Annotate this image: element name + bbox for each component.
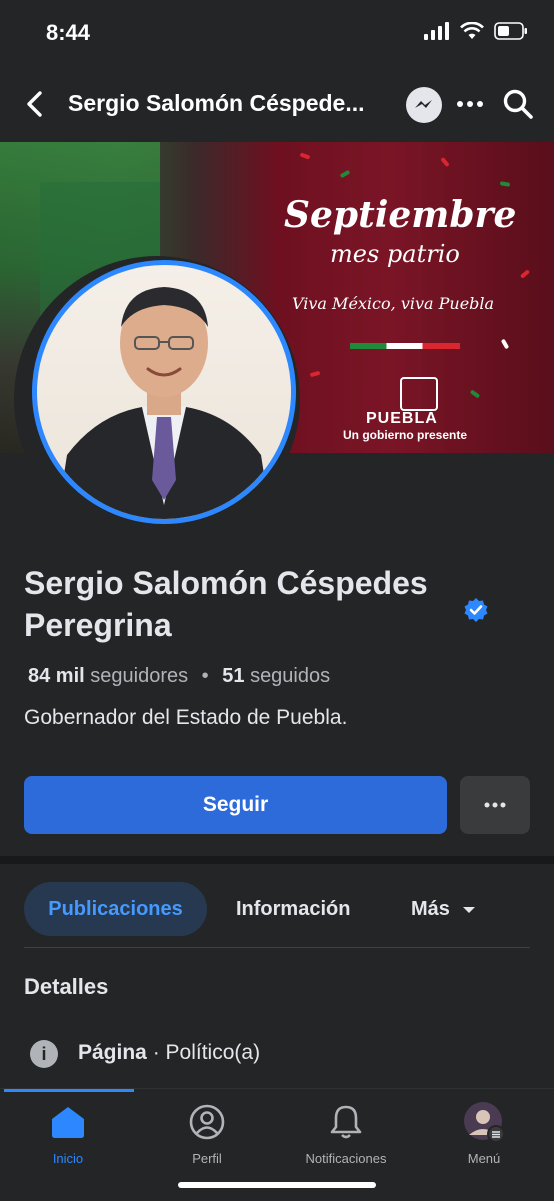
confetti (309, 370, 321, 378)
confetti (499, 181, 511, 187)
status-time: 8:44 (46, 20, 91, 45)
following-count[interactable]: 51 (222, 665, 244, 687)
nav-menu[interactable]: Menú (424, 1102, 544, 1166)
cover-title: Septiembre (284, 194, 517, 236)
followers-label[interactable]: seguidores (90, 665, 188, 687)
back-arrow-icon[interactable] (22, 90, 48, 118)
person-portrait-icon (57, 287, 271, 519)
confetti (500, 338, 510, 350)
confetti (299, 152, 311, 160)
wifi-icon (460, 22, 484, 39)
details-heading: Detalles (24, 974, 109, 999)
search-icon[interactable] (502, 88, 534, 120)
flag-stripe (350, 343, 460, 349)
status-bar: 8:44 (0, 0, 554, 66)
status-icons (424, 22, 528, 40)
battery-icon (494, 22, 527, 40)
profile-name: Sergio Salomón Céspedes Peregrina (24, 565, 428, 643)
signal-icon (424, 22, 449, 40)
confetti (440, 156, 450, 168)
top-navigation: Sergio Salomón Céspede... (0, 66, 554, 142)
tab-posts[interactable]: Publicaciones (24, 882, 207, 936)
cover-tagline: Un gobierno presente (343, 428, 468, 442)
cover-brand: PUEBLA (366, 410, 438, 427)
profile-picture-frame (14, 256, 300, 542)
menu-avatar-icon (464, 1102, 505, 1143)
government-logo-icon (400, 377, 438, 411)
info-icon: i (30, 1040, 58, 1068)
following-label[interactable]: seguidos (250, 665, 330, 687)
nav-home[interactable]: Inicio (8, 1103, 128, 1166)
more-options-icon[interactable] (456, 92, 484, 116)
more-actions-button[interactable] (460, 776, 530, 834)
more-dots-icon (484, 802, 506, 808)
follow-button[interactable]: Seguir (24, 776, 447, 834)
tab-more[interactable]: Más (411, 898, 450, 921)
profile-bio: Gobernador del Estado de Puebla. (24, 706, 348, 729)
nav-profile[interactable]: Perfil (147, 1103, 267, 1166)
page-title: Sergio Salomón Céspede... (68, 90, 365, 116)
cover-slogan: Viva México, viva Puebla (292, 294, 495, 313)
verified-badge-icon (464, 598, 488, 622)
confetti (519, 269, 531, 279)
nav-profile-label: Perfil (192, 1151, 222, 1166)
nav-home-label: Inicio (52, 1151, 84, 1166)
nav-notifications[interactable]: Notificaciones (286, 1103, 406, 1166)
nav-notifications-label: Notificaciones (305, 1151, 387, 1166)
follow-stats: 84 mil seguidores • 51 seguidos (28, 665, 330, 688)
home-indicator (178, 1182, 376, 1188)
cover-subtitle: mes patrio (330, 240, 460, 268)
active-tab-indicator (4, 1089, 134, 1092)
profile-icon (189, 1104, 225, 1140)
confetti (469, 389, 481, 399)
nav-menu-label: Menú (467, 1151, 501, 1166)
caret-down-icon[interactable] (461, 905, 477, 915)
stats-separator: • (201, 665, 209, 687)
followers-count[interactable]: 84 mil (28, 665, 85, 687)
bell-icon (330, 1105, 362, 1139)
messenger-icon[interactable] (406, 87, 442, 123)
page-category: Página · Político(a) (78, 1041, 260, 1065)
tabs-divider (24, 947, 530, 948)
page-type-value: · Político(a) (152, 1041, 261, 1064)
profile-picture[interactable] (32, 260, 296, 524)
tab-info[interactable]: Información (236, 898, 350, 921)
section-divider (0, 856, 554, 864)
confetti (339, 169, 351, 179)
page-type-label: Página (78, 1041, 147, 1064)
home-icon (52, 1107, 84, 1138)
